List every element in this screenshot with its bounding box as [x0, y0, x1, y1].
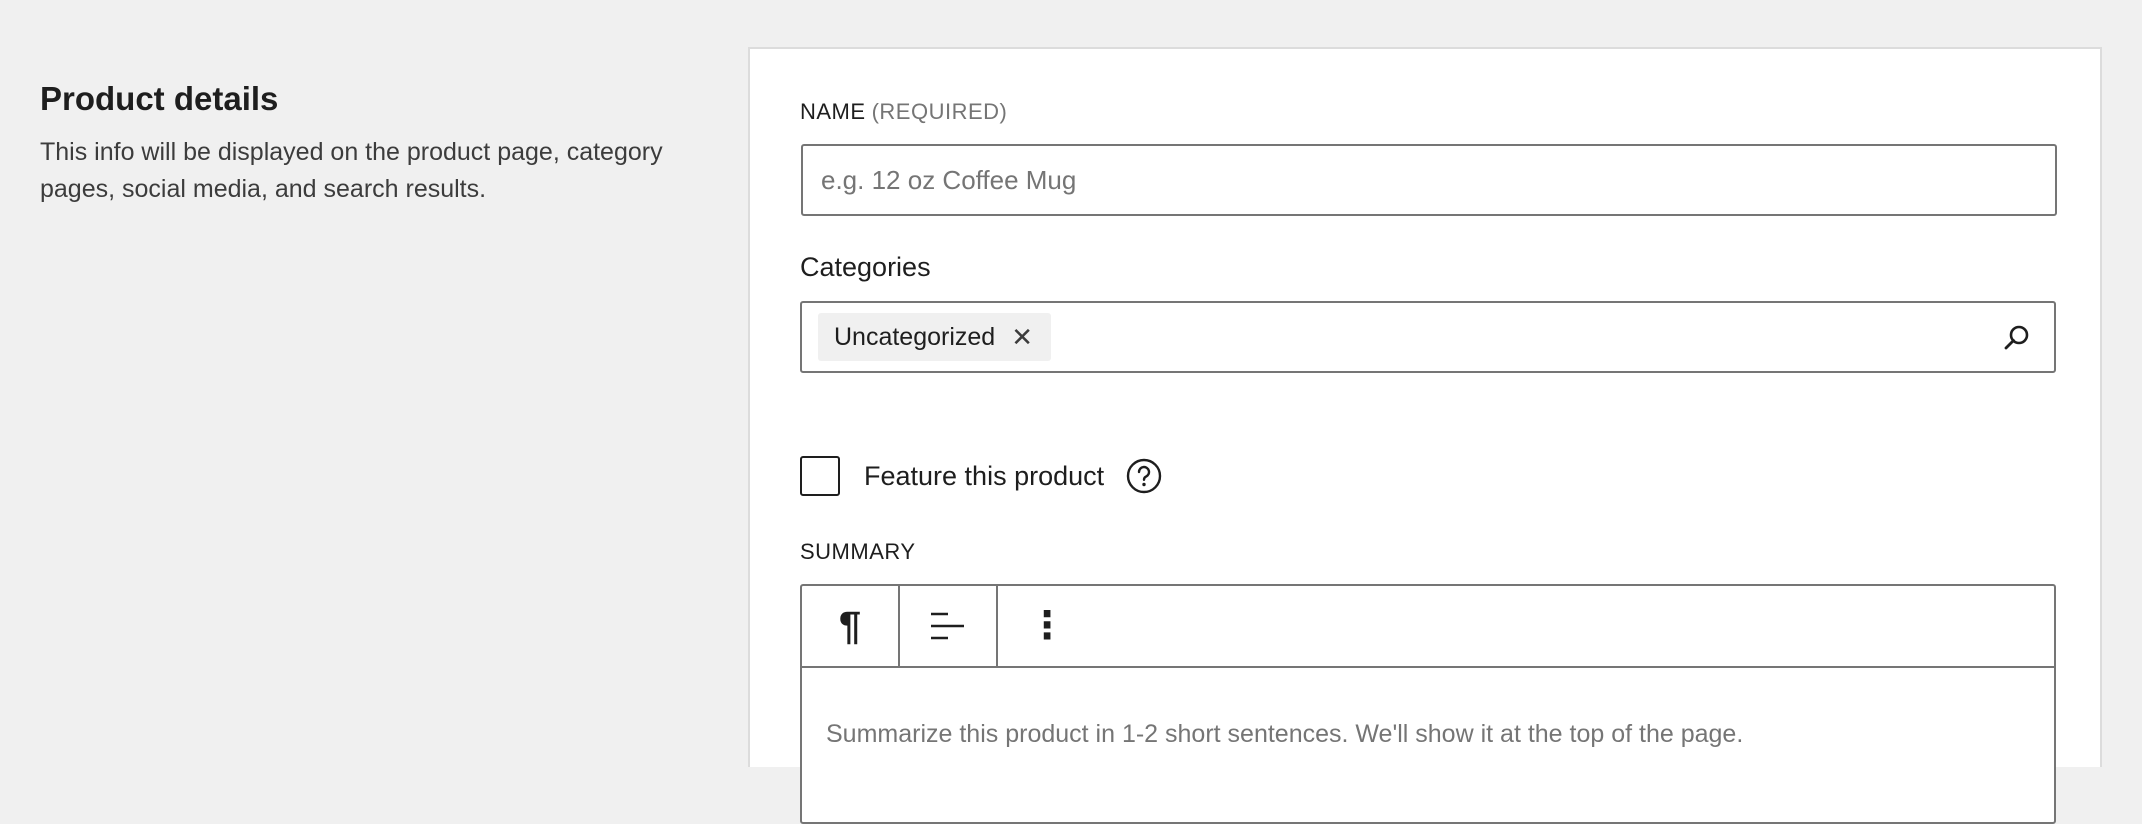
section-intro: Product details This info will be displa… — [40, 78, 680, 208]
search-icon[interactable] — [2002, 323, 2032, 353]
summary-editor[interactable]: ¶ ⋮ Summarize this product in 1-2 short … — [800, 584, 2056, 824]
paragraph-icon: ¶ — [838, 604, 862, 648]
help-icon[interactable] — [1126, 458, 1162, 494]
feature-product-label[interactable]: Feature this product — [864, 461, 1104, 492]
product-details-card: NAME(REQUIRED) Categories Uncategorized … — [748, 47, 2102, 824]
more-options-icon: ⋮ — [1028, 605, 1066, 647]
remove-category-icon[interactable]: ✕ — [1011, 324, 1033, 350]
editor-toolbar: ¶ ⋮ — [802, 586, 2054, 668]
categories-label: Categories — [800, 252, 931, 282]
more-options-button[interactable]: ⋮ — [998, 586, 1096, 666]
name-label-text: NAME — [800, 99, 866, 124]
align-left-icon — [931, 612, 964, 640]
summary-label: SUMMARY — [800, 539, 916, 564]
section-description: This info will be displayed on the produ… — [40, 138, 663, 203]
align-button[interactable] — [900, 586, 998, 666]
section-title: Product details — [40, 80, 279, 117]
category-chip: Uncategorized ✕ — [818, 313, 1052, 361]
name-field-label: NAME (REQUIRED) — [800, 99, 1007, 125]
required-indicator: (REQUIRED) — [871, 99, 1008, 124]
name-input[interactable] — [801, 144, 2057, 216]
summary-placeholder[interactable]: Summarize this product in 1-2 short sent… — [826, 720, 1743, 749]
categories-field[interactable]: Uncategorized ✕ — [800, 301, 2056, 373]
category-chip-label: Uncategorized — [834, 322, 996, 351]
feature-product-checkbox[interactable] — [800, 456, 840, 496]
feature-product-row: Feature this product — [800, 455, 1162, 497]
paragraph-button[interactable]: ¶ — [802, 586, 900, 666]
